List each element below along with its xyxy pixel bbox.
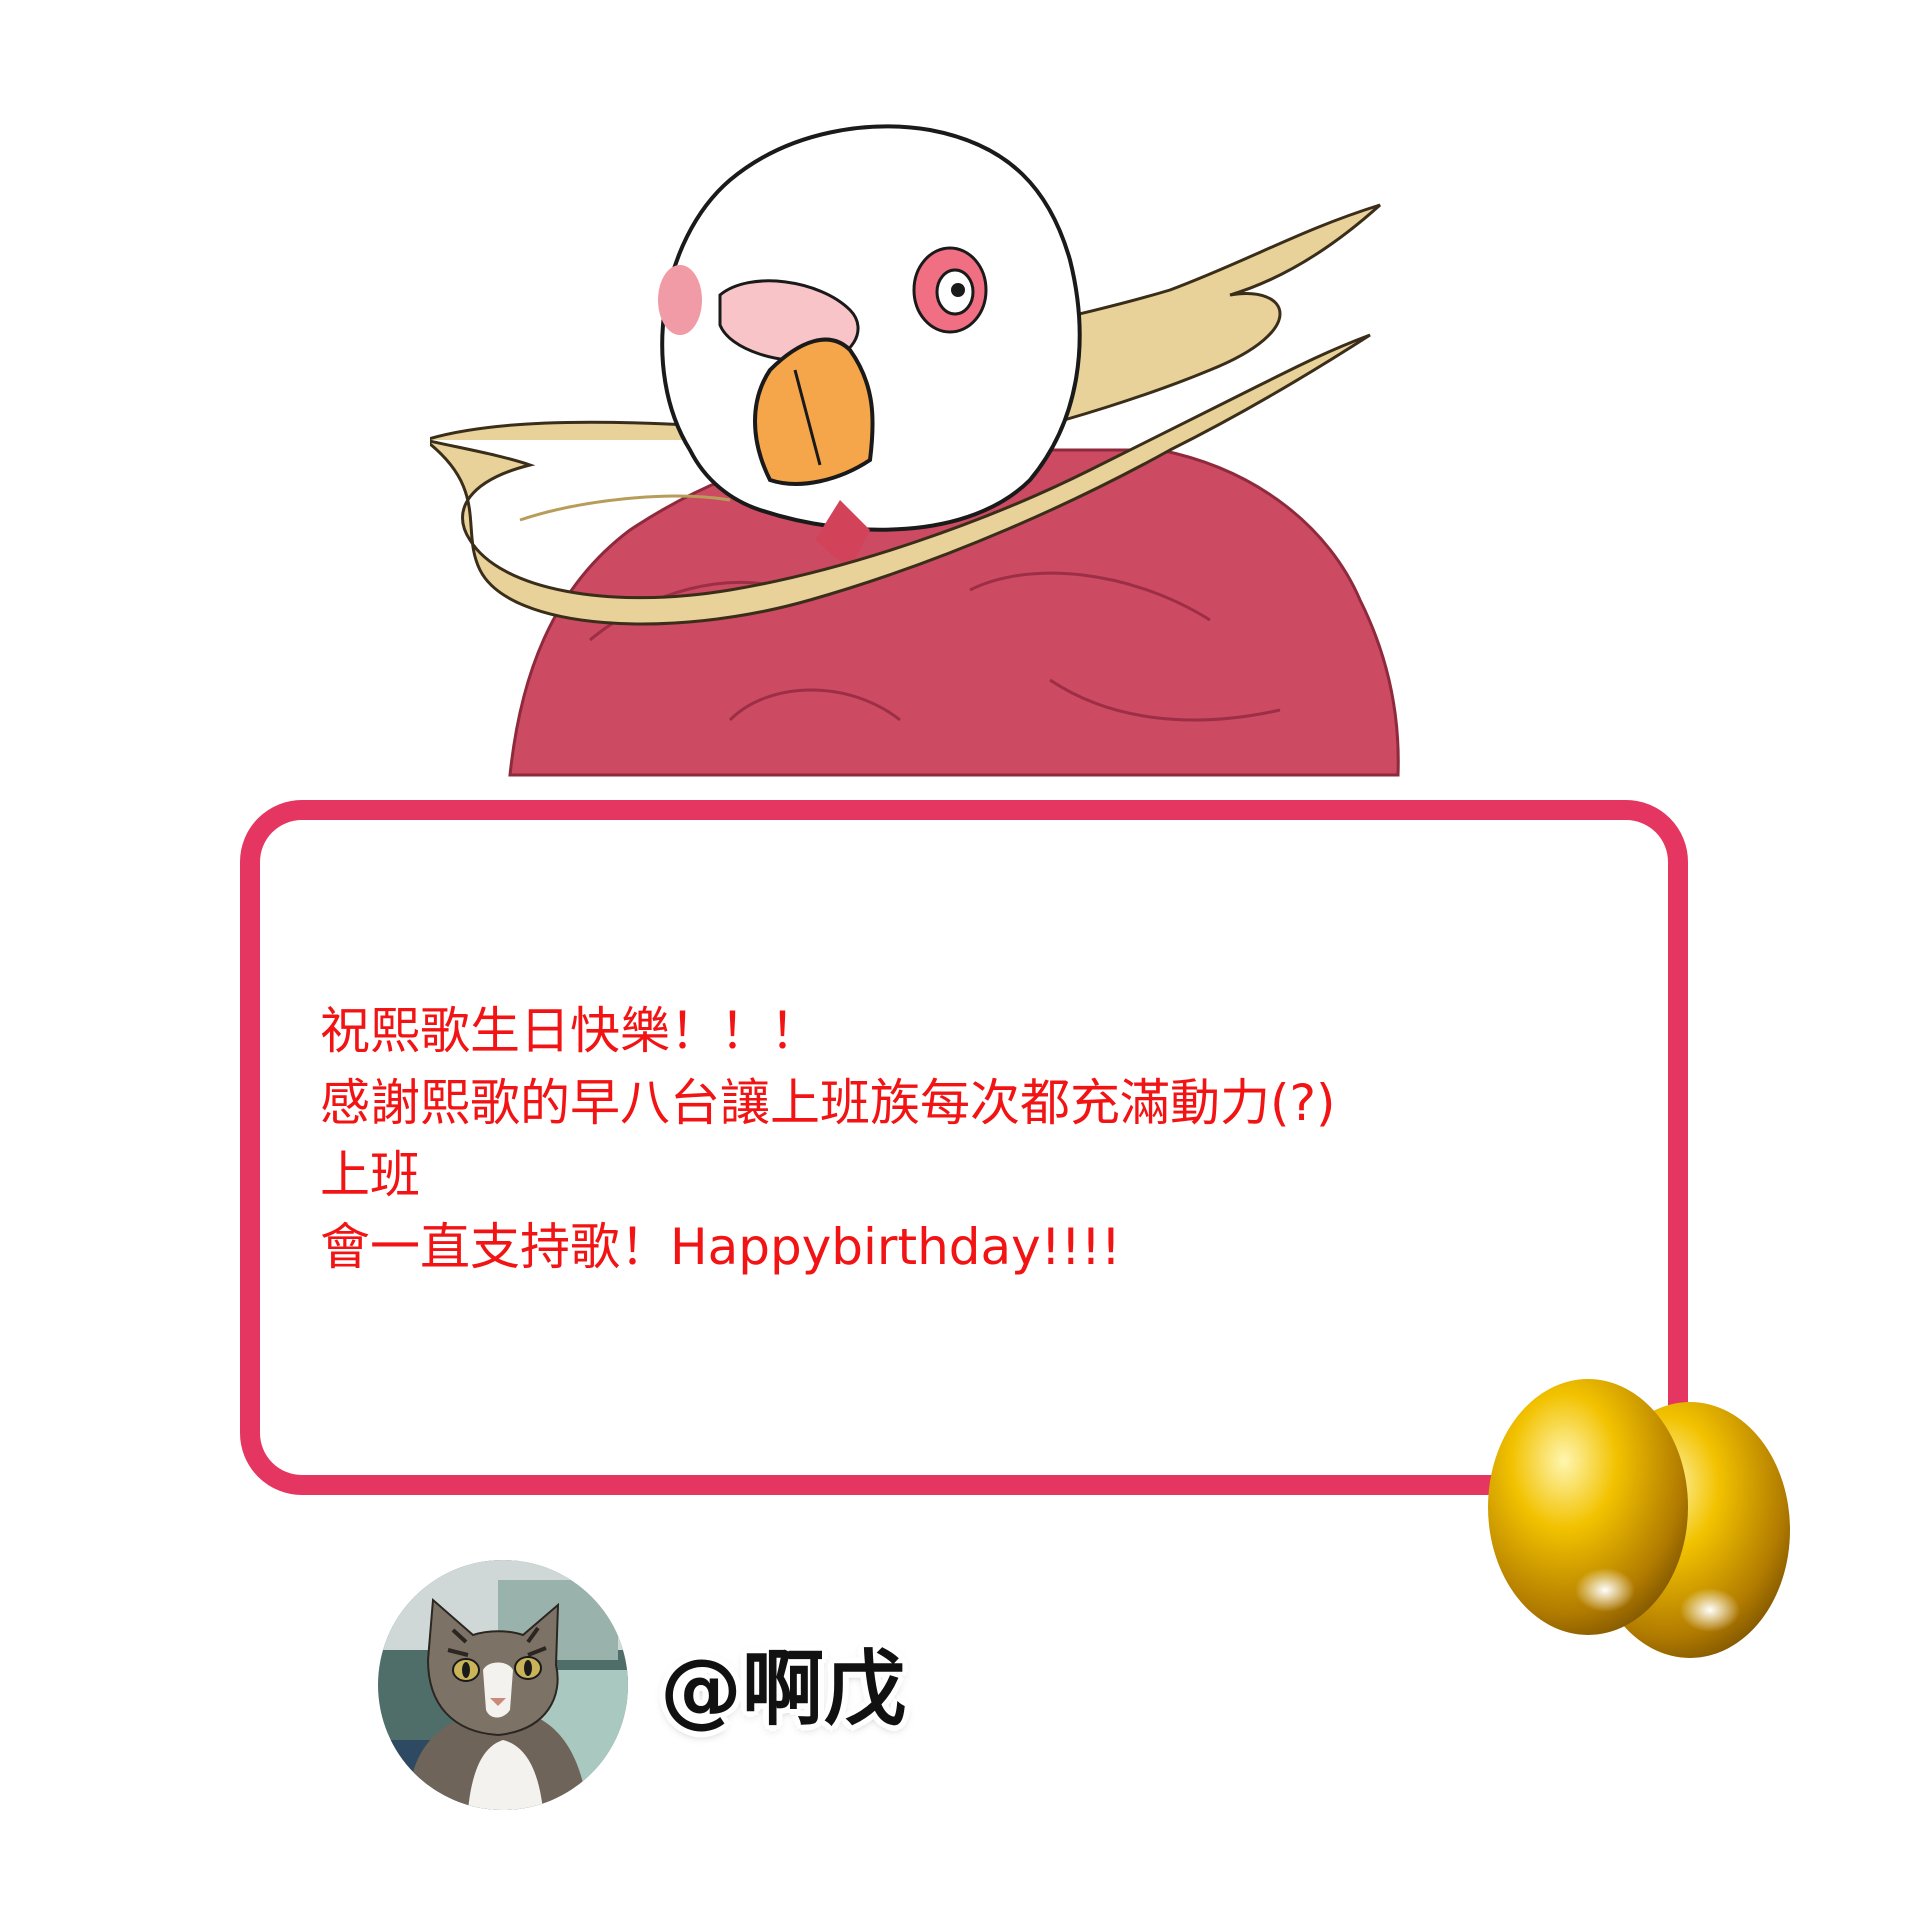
message-line: 會一直支持歌！Happybirthday!!!! [320, 1218, 1121, 1276]
message-line: 感謝熙歌的早八台讓上班族每次都充滿動力(?) [320, 1074, 1336, 1132]
message-card: 祝熙歌生日快樂！！！ 感謝熙歌的早八台讓上班族每次都充滿動力(?) 上班 會一直… [240, 800, 1688, 1495]
birthday-message: 祝熙歌生日快樂！！！ 感謝熙歌的早八台讓上班族每次都充滿動力(?) 上班 會一直… [320, 995, 1660, 1283]
message-line: 祝熙歌生日快樂！！！ [320, 1002, 820, 1060]
bird-character-illustration [424, 120, 1530, 780]
golden-eggs-icon [1488, 1379, 1790, 1658]
cat-avatar-icon [378, 1560, 628, 1810]
author-handle[interactable]: @啊戊 [660, 1640, 906, 1740]
message-line: 上班 [320, 1146, 420, 1204]
bird-character-icon [424, 124, 1400, 777]
golden-eggs-decoration [1480, 1365, 1800, 1665]
avatar[interactable] [378, 1560, 628, 1810]
